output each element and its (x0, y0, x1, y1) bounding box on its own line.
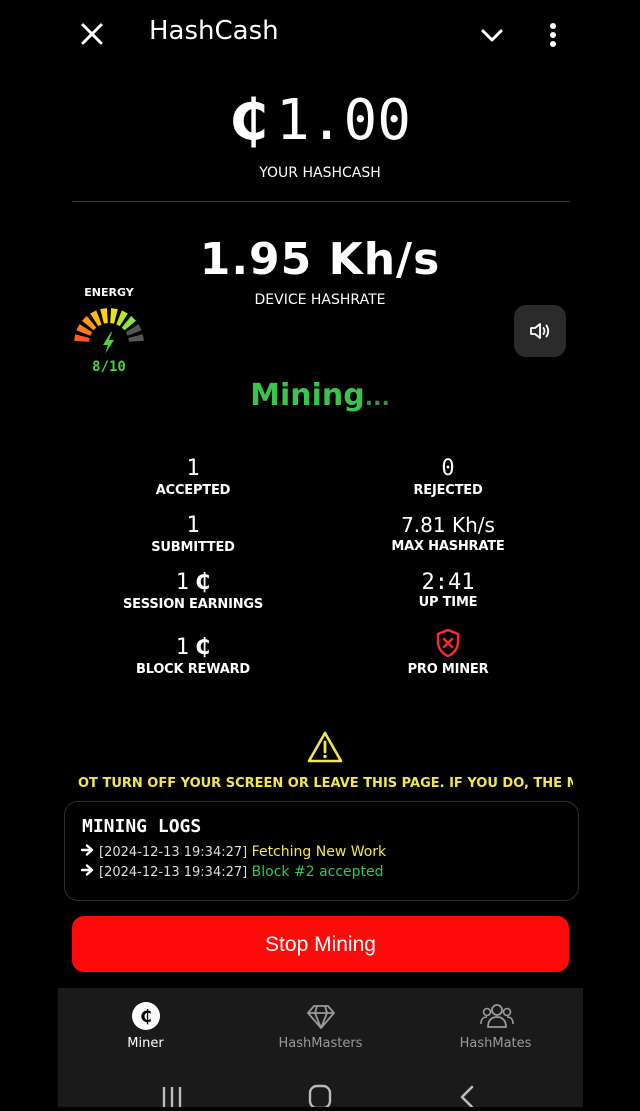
nav-label-hashmasters: HashMasters (278, 1036, 363, 1051)
stat-max-hashrate: 7.81 Kh/s MAX HASHRATE (348, 513, 548, 554)
balance-display: ₵ 1.00 (0, 88, 640, 153)
balance-label: YOUR HASHCASH (259, 165, 381, 181)
submitted-label: SUBMITTED (151, 540, 235, 555)
lightning-icon (103, 332, 114, 354)
gauge-segment (128, 334, 144, 342)
more-vertical-icon (550, 23, 556, 47)
log-message: Fetching New Work (251, 844, 387, 860)
gauge-segment (110, 308, 118, 324)
divider (72, 201, 570, 202)
pro-miner-label: PRO MINER (407, 662, 489, 677)
log-entry: [2024-12-13 19:34:27] Fetching New Work (80, 844, 387, 860)
energy-value: 8/10 (92, 359, 126, 375)
currency-symbol: ₵ (229, 88, 269, 153)
coin-icon: ₵ (130, 1000, 162, 1032)
svg-text:₵: ₵ (140, 1007, 152, 1027)
close-button[interactable] (76, 18, 108, 50)
log-timestamp: [2024-12-13 19:34:27] (99, 845, 248, 860)
close-icon (81, 23, 103, 45)
balance-amount: 1.00 (276, 88, 411, 153)
log-timestamp: [2024-12-13 19:34:27] (99, 865, 248, 880)
stop-mining-button[interactable]: Stop Mining (72, 916, 569, 972)
rejected-label: REJECTED (413, 483, 483, 498)
stat-session-earnings: 1 ₵ SESSION EARNINGS (93, 570, 293, 612)
more-options-button[interactable] (538, 18, 568, 52)
nav-tab-hashmasters[interactable]: HashMasters (233, 988, 408, 1051)
chevron-down-icon (481, 29, 503, 42)
rejected-value: 0 (441, 456, 455, 481)
mining-status-dots: ... (364, 386, 390, 411)
warning-marquee-text: OT TURN OFF YOUR SCREEN OR LEAVE THIS PA… (78, 776, 573, 791)
diamond-icon (305, 1000, 337, 1032)
recent-apps-icon[interactable] (162, 1087, 182, 1107)
gauge-segment (100, 308, 108, 324)
stat-pro-miner: PRO MINER (348, 628, 548, 677)
expand-button[interactable] (475, 18, 509, 52)
nav-tab-hashmates[interactable]: HashMates (408, 988, 583, 1051)
stat-accepted: 1 ACCEPTED (93, 456, 293, 498)
nav-label-miner: Miner (127, 1036, 164, 1051)
max-hashrate-value: 7.81 Kh/s (401, 513, 495, 537)
nav-tab-miner[interactable]: ₵ Miner (58, 988, 233, 1051)
nav-label-hashmates: HashMates (459, 1036, 532, 1051)
block-reward-label: BLOCK REWARD (135, 662, 251, 677)
mining-status: Mining... (0, 378, 640, 413)
log-entry: [2024-12-13 19:34:27] Block #2 accepted (80, 864, 384, 880)
bottom-nav: ₵ Miner HashMasters HashMates (58, 988, 583, 1073)
people-icon (479, 1000, 514, 1032)
home-icon[interactable] (308, 1084, 332, 1110)
mining-logs-panel: MINING LOGS [2024-12-13 19:34:27] Fetchi… (64, 801, 579, 901)
log-message: Block #2 accepted (251, 864, 384, 880)
submitted-value: 1 (186, 513, 200, 538)
session-earnings-value: 1 (175, 570, 189, 595)
accepted-label: ACCEPTED (155, 483, 231, 498)
stat-submitted: 1 SUBMITTED (93, 513, 293, 555)
back-icon[interactable] (460, 1085, 474, 1109)
speaker-icon (530, 323, 550, 339)
system-nav-bar (58, 1073, 583, 1110)
arrow-right-icon (80, 844, 95, 860)
coin-icon: ₵ (194, 570, 211, 595)
logs-title: MINING LOGS (82, 816, 202, 837)
hashrate-value: 1.95 Kh/s (199, 234, 441, 285)
up-time-label: UP TIME (418, 595, 478, 610)
sound-toggle-button[interactable] (514, 305, 566, 357)
accepted-value: 1 (186, 456, 200, 481)
session-earnings-label: SESSION EARNINGS (122, 597, 264, 612)
block-reward-value: 1 (175, 635, 189, 660)
stat-up-time: 2:41 UP TIME (348, 570, 548, 610)
app-title: HashCash (149, 16, 279, 46)
coin-icon: ₵ (194, 635, 211, 660)
energy-label: ENERGY (84, 286, 134, 299)
stat-rejected: 0 REJECTED (348, 456, 548, 498)
max-hashrate-label: MAX HASHRATE (391, 539, 505, 554)
energy-gauge (72, 305, 146, 357)
gauge-segment (74, 334, 90, 342)
up-time-value: 2:41 (421, 570, 475, 595)
mining-status-text: Mining (250, 378, 365, 413)
arrow-right-icon (80, 864, 95, 880)
warning-icon (306, 730, 344, 764)
shield-x-icon (436, 628, 460, 658)
stat-block-reward: 1 ₵ BLOCK REWARD (93, 635, 293, 677)
